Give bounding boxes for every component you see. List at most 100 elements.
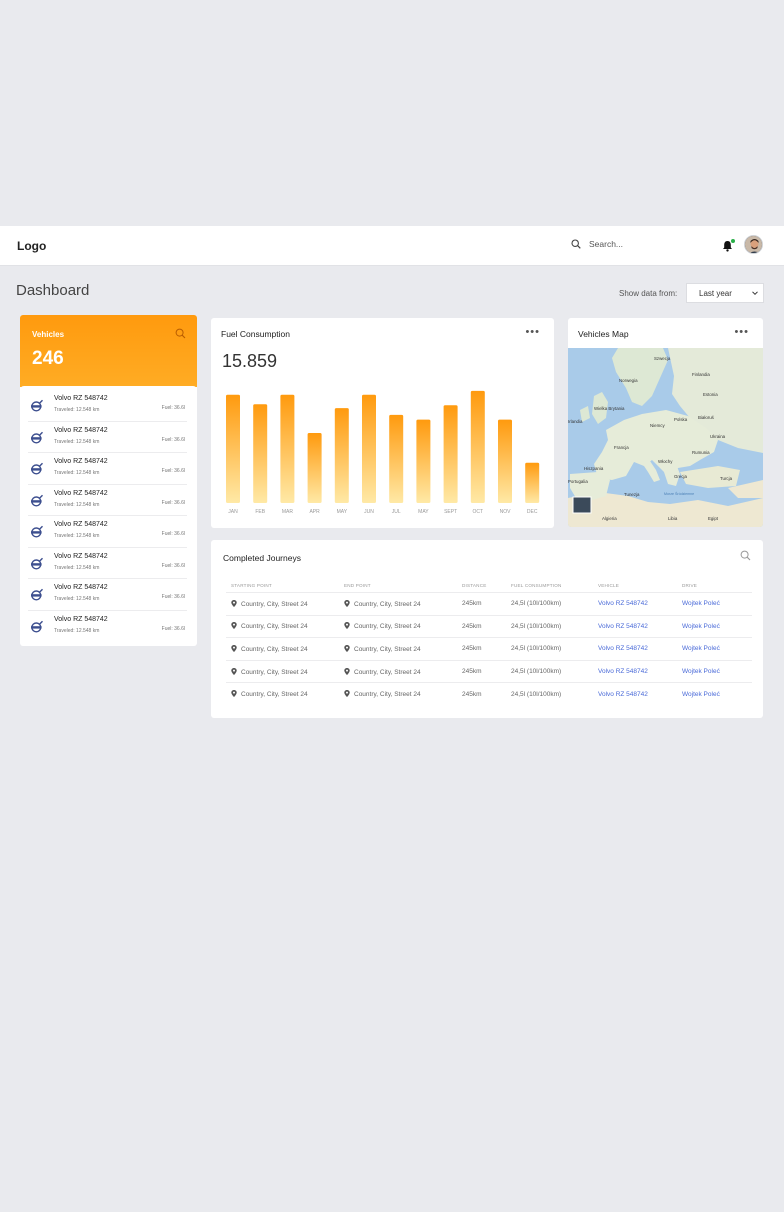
column-header[interactable]: DISTANCE xyxy=(462,583,511,588)
map-label: Włochy xyxy=(658,459,673,464)
map-label: Białoruś xyxy=(698,415,715,420)
notifications-button[interactable] xyxy=(722,239,735,253)
x-tick-label: MAR xyxy=(282,509,294,515)
search-input[interactable] xyxy=(589,239,699,249)
table-row[interactable]: Country, City, Street 24 Country, City, S… xyxy=(226,659,752,683)
table-row[interactable]: Country, City, Street 24 Country, City, S… xyxy=(226,592,752,615)
location-pin-icon xyxy=(344,690,350,698)
end-point: Country, City, Street 24 xyxy=(354,623,421,631)
bar-mar[interactable] xyxy=(280,394,295,503)
fuel-consumption: 24,5l (10l/100km) xyxy=(511,600,562,608)
vehicle-link[interactable]: Volvo RZ 548742 xyxy=(598,645,682,652)
bar-feb[interactable] xyxy=(253,404,268,503)
start-point: Country, City, Street 24 xyxy=(241,623,308,631)
vehicle-traveled: Traveled: 12.548 km xyxy=(54,470,100,476)
vehicle-link[interactable]: Volvo RZ 548742 xyxy=(598,623,682,630)
driver-link[interactable]: Wojtek Poleć xyxy=(682,623,752,630)
vehicles-list: Volvo RZ 548742 Traveled: 12.548 km Fuel: … xyxy=(20,386,197,642)
vehicle-name: Volvo RZ 548742 xyxy=(54,489,108,497)
completed-journeys-title: Completed Journeys xyxy=(223,553,301,563)
vehicle-fuel: Fuel: 36.6l xyxy=(161,405,185,411)
volvo-logo-icon xyxy=(31,494,43,507)
bar-jan[interactable] xyxy=(226,394,240,503)
volvo-logo-icon xyxy=(31,620,43,633)
more-dots-icon[interactable]: ••• xyxy=(734,326,749,338)
map-label: Niemcy xyxy=(650,423,665,428)
location-pin-icon xyxy=(231,644,237,652)
driver-link[interactable]: Wojtek Poleć xyxy=(682,691,752,698)
fuel-consumption-title: Fuel Consumption xyxy=(221,329,290,339)
vehicles-map-card: Vehicles Map ••• Szwecja Finlandia Norwegi… xyxy=(568,318,763,527)
map-label: Rumunia xyxy=(692,450,710,455)
table-row[interactable]: Country, City, Street 24 Country, City, S… xyxy=(226,614,752,638)
column-header[interactable]: STARTING POINT xyxy=(226,583,344,588)
fuel-consumption-card: Fuel Consumption ••• 15.859 JAN FEB MAR APR… xyxy=(211,318,554,528)
list-item[interactable]: Volvo RZ 548742 Traveled: 12.548 km Fuel: … xyxy=(28,516,187,548)
vehicle-fuel: Fuel: 36.6l xyxy=(161,436,185,443)
fuel-consumption-value: 15.859 xyxy=(222,351,278,371)
end-cell: Country, City, Street 24 xyxy=(344,690,462,698)
column-header[interactable]: FUEL CONSUMPTION xyxy=(511,583,598,588)
more-dots-icon[interactable]: ••• xyxy=(525,326,540,338)
column-header[interactable]: DRIVE xyxy=(682,583,752,588)
list-item[interactable]: Volvo RZ 548742 Traveled: 12.548 km Fuel: … xyxy=(28,453,187,485)
column-header[interactable]: END POINT xyxy=(344,583,462,588)
search-box[interactable] xyxy=(571,239,699,249)
bar-apr[interactable] xyxy=(307,433,322,503)
map-layer-toggle[interactable] xyxy=(572,496,592,514)
start-point: Country, City, Street 24 xyxy=(241,600,308,608)
start-cell: Country, City, Street 24 xyxy=(226,690,344,698)
bar-nov[interactable] xyxy=(498,419,512,503)
list-item[interactable]: Volvo RZ 548742 Traveled: 12.548 km Fuel: … xyxy=(28,548,187,579)
driver-link[interactable]: Wojtek Poleć xyxy=(682,600,752,607)
end-cell: Country, City, Street 24 xyxy=(344,599,462,608)
x-tick-label: DEC xyxy=(527,509,538,515)
bar-jul[interactable] xyxy=(389,414,404,503)
driver-link[interactable]: Wojtek Poleć xyxy=(682,668,752,675)
list-item[interactable]: Volvo RZ 548742 Traveled: 12.548 km Fuel: … xyxy=(28,390,187,422)
x-tick-label: JAN xyxy=(228,509,238,515)
location-pin-icon xyxy=(344,599,350,607)
distance: 245km xyxy=(462,645,482,653)
vehicle-traveled: Traveled: 12.548 km xyxy=(54,627,100,634)
vehicles-title: Vehicles xyxy=(32,330,65,339)
list-item[interactable]: Volvo RZ 548742 Traveled: 12.548 km Fuel: … xyxy=(28,422,187,453)
bar-may[interactable] xyxy=(416,419,431,503)
list-item[interactable]: Volvo RZ 548742 Traveled: 12.548 km Fuel: … xyxy=(28,579,187,611)
bar-oct[interactable] xyxy=(470,390,485,503)
table-row[interactable]: Country, City, Street 24 Country, City, S… xyxy=(226,637,752,660)
map-label: Portugalia xyxy=(568,479,588,484)
map-label: Finlandia xyxy=(692,372,710,377)
bar-jun[interactable] xyxy=(362,394,376,503)
vehicle-fuel: Fuel: 36.6l xyxy=(161,499,185,506)
distance: 245km xyxy=(462,600,482,608)
list-item[interactable]: Volvo RZ 548742 Traveled: 12.548 km Fuel: … xyxy=(28,611,187,643)
list-item[interactable]: Volvo RZ 548742 Traveled: 12.548 km Fuel: … xyxy=(28,485,187,516)
search-icon[interactable] xyxy=(740,550,751,561)
bar-dec[interactable] xyxy=(525,462,540,503)
search-icon[interactable] xyxy=(175,328,186,339)
map-label: Turcja xyxy=(720,476,733,481)
volvo-logo-icon xyxy=(31,431,43,444)
map-view[interactable]: Szwecja Finlandia Norwegia Estonia Wielka Br… xyxy=(568,348,763,527)
search-icon[interactable] xyxy=(571,239,581,249)
column-header[interactable]: VEHICLE xyxy=(598,583,682,588)
x-tick-label: JUL xyxy=(392,509,401,515)
location-pin-icon xyxy=(344,644,350,652)
start-point: Country, City, Street 24 xyxy=(241,691,308,699)
vehicle-link[interactable]: Volvo RZ 548742 xyxy=(598,668,682,675)
bar-may[interactable] xyxy=(334,408,349,503)
x-tick-label: JUN xyxy=(364,509,374,515)
distance: 245km xyxy=(462,668,482,676)
avatar[interactable] xyxy=(744,235,763,254)
vehicle-link[interactable]: Volvo RZ 548742 xyxy=(598,691,682,698)
driver-link[interactable]: Wojtek Poleć xyxy=(682,645,752,652)
bar-sept[interactable] xyxy=(443,405,458,503)
table-row[interactable]: Country, City, Street 24 Country, City, S… xyxy=(226,682,752,705)
date-range-select[interactable]: Last year xyxy=(686,283,764,303)
end-point: Country, City, Street 24 xyxy=(354,600,421,608)
chevron-down-icon xyxy=(752,291,758,296)
logo[interactable]: Logo xyxy=(17,239,46,253)
notification-badge xyxy=(731,239,735,243)
vehicle-link[interactable]: Volvo RZ 548742 xyxy=(598,600,682,607)
